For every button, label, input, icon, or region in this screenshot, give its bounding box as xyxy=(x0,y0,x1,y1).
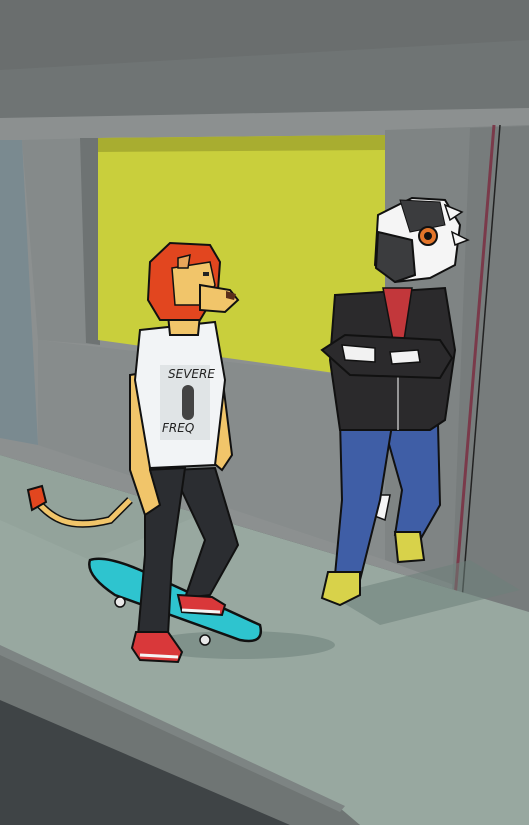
game-scene: SEVERE FREQ xyxy=(0,0,529,825)
sneaker-sole xyxy=(181,608,221,614)
bird-hand xyxy=(341,344,376,363)
skateboard-wheel xyxy=(199,634,211,646)
lion-eye xyxy=(203,272,209,276)
window-panel-shade xyxy=(98,135,385,152)
skateboard-wheel xyxy=(114,596,126,608)
microphone-graphic xyxy=(182,385,194,420)
bird-pupil xyxy=(424,232,432,240)
shirt-print-text: FREQ xyxy=(162,421,194,435)
scene-canvas: SEVERE FREQ xyxy=(0,0,529,825)
lion-ear xyxy=(177,253,191,269)
shirt-print-text: SEVERE xyxy=(168,367,215,381)
sneaker-sole xyxy=(139,653,179,659)
bird-foot-back xyxy=(393,531,426,564)
bird-hand xyxy=(389,349,421,365)
